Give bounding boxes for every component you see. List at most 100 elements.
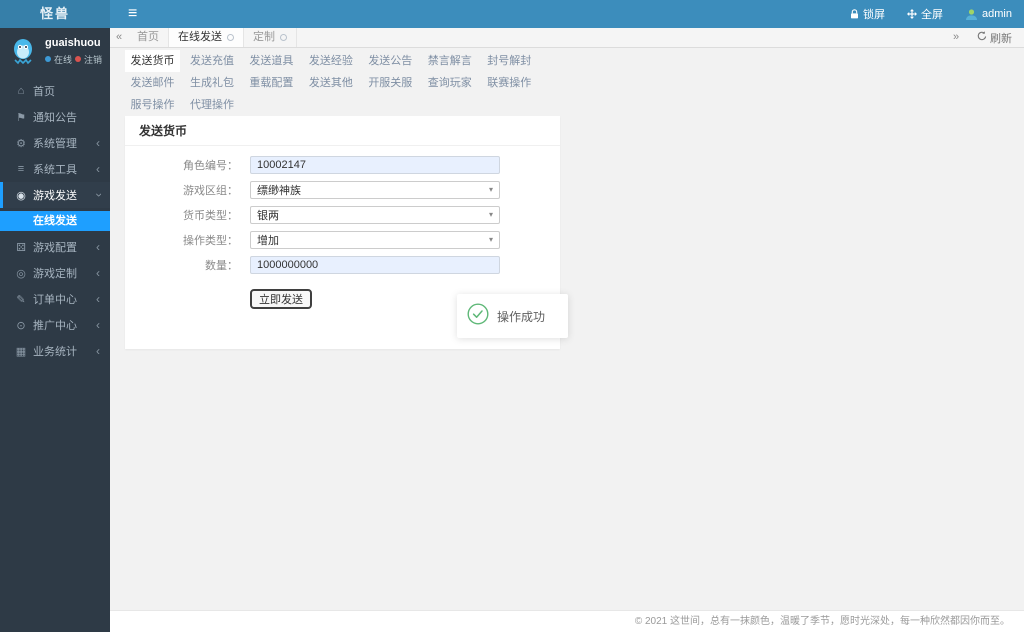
form-row: 游戏区组： 缥缈神族 ▾ — [125, 181, 560, 199]
lock-screen-button[interactable]: 锁屏 — [850, 6, 885, 22]
form-row: 货币类型： 银两 ▾ — [125, 206, 560, 224]
operation-type-label: 操作类型： — [183, 235, 238, 247]
headset-icon: ◎ — [16, 267, 26, 280]
logout-dot — [75, 56, 81, 62]
sidebar-item-home[interactable]: ⌂ 首页 — [0, 78, 110, 104]
operation-type-value: 增加 — [257, 235, 279, 247]
dropdown-caret-icon: ▾ — [488, 235, 493, 244]
send-tab-query-player[interactable]: 查询玩家 — [422, 72, 477, 94]
sidebar-item-business-stats[interactable]: ▦ 业务统计 ‹ — [0, 338, 110, 364]
logout-link[interactable]: 注销 — [84, 53, 102, 66]
send-currency-form: 角色编号： 游戏区组： 缥缈神族 ▾ 货币类型： 银两 ▾ — [125, 146, 560, 309]
success-toast: 操作成功 — [457, 294, 568, 338]
admin-avatar — [965, 8, 978, 21]
send-tab-other[interactable]: 发送其他 — [303, 72, 358, 94]
chevron-left-icon: ‹ — [96, 318, 100, 332]
top-bar-main: ≡ 锁屏 全屏 admin — [110, 0, 1024, 28]
online-link[interactable]: 在线 — [54, 53, 72, 66]
user-menu[interactable]: admin — [965, 8, 1012, 21]
tabs-scroll-right-button[interactable]: » — [947, 28, 965, 47]
tab-home[interactable]: 首页 — [128, 28, 169, 47]
send-tab-ban-unban[interactable]: 封号解封 — [482, 50, 537, 72]
user-info: guaishuou 在线 注销 — [45, 37, 102, 66]
dice-icon: ⚄ — [16, 241, 26, 254]
role-id-field[interactable] — [250, 156, 500, 174]
send-tab-mail[interactable]: 发送邮件 — [125, 72, 180, 94]
send-tab-agent-ops[interactable]: 代理操作 — [184, 94, 239, 116]
sidebar-item-promotion-center[interactable]: ⊙ 推广中心 ‹ — [0, 312, 110, 338]
send-tab-league-ops[interactable]: 联赛操作 — [482, 72, 537, 94]
operation-type-select[interactable]: 增加 ▾ — [250, 231, 500, 249]
form-row: 数量： — [125, 256, 560, 274]
send-tab-recharge[interactable]: 发送充值 — [184, 50, 239, 72]
sidebar-item-announcements[interactable]: ⚑ 通知公告 — [0, 104, 110, 130]
send-tab-currency[interactable]: 发送货币 — [125, 50, 180, 72]
send-tab-notice[interactable]: 发送公告 — [363, 50, 418, 72]
sidebar-menu: ⌂ 首页 ⚑ 通知公告 ⚙ 系统管理 ‹ ≡ 系统工具 ‹ ◉ 游戏发送 ‹ 在… — [0, 78, 110, 364]
game-zone-select[interactable]: 缥缈神族 ▾ — [250, 181, 500, 199]
home-icon: ⌂ — [17, 85, 25, 97]
refresh-icon — [977, 31, 987, 44]
refresh-button[interactable]: 刷新 — [965, 30, 1024, 46]
chevron-left-icon: ‹ — [96, 344, 100, 358]
dropdown-caret-icon: ▾ — [488, 185, 493, 194]
sidebar-item-game-send[interactable]: ◉ 游戏发送 ‹ — [0, 182, 110, 208]
bullhorn-icon: ⚑ — [16, 111, 26, 124]
send-tab-server-switch[interactable]: 开服关服 — [363, 72, 418, 94]
sidebar-item-system-management[interactable]: ⚙ 系统管理 ‹ — [0, 130, 110, 156]
chart-icon: ▦ — [15, 345, 27, 358]
form-row: 角色编号： — [125, 156, 560, 174]
currency-type-select[interactable]: 银两 ▾ — [250, 206, 500, 224]
send-tabs-row: 发送邮件 生成礼包 重载配置 发送其他 开服关服 查询玩家 联赛操作 — [125, 72, 1024, 94]
app-logo: 怪兽 — [0, 0, 110, 28]
sidebar-user-panel: guaishuou 在线 注销 — [0, 28, 110, 70]
send-tab-reload-config[interactable]: 重载配置 — [244, 72, 299, 94]
sidebar-item-game-config[interactable]: ⚄ 游戏配置 ‹ — [0, 234, 110, 260]
send-tabs-row: 发送货币 发送充值 发送道具 发送经验 发送公告 禁言解言 封号解封 — [125, 50, 1024, 72]
sidebar: guaishuou 在线 注销 ⌂ 首页 ⚑ 通知公告 ⚙ 系统管理 ‹ ≡ 系… — [0, 28, 110, 632]
chevron-left-icon: ‹ — [96, 162, 100, 176]
tab-custom-label: 定制 — [253, 31, 275, 43]
sidebar-subitem-online-send[interactable]: 在线发送 — [0, 211, 110, 231]
submit-button[interactable]: 立即发送 — [250, 289, 312, 309]
sidebar-item-order-center[interactable]: ✎ 订单中心 ‹ — [0, 286, 110, 312]
chevron-left-icon: ‹ — [96, 136, 100, 150]
amount-field[interactable] — [250, 256, 500, 274]
fullscreen-button[interactable]: 全屏 — [907, 6, 943, 22]
lock-screen-label: 锁屏 — [863, 9, 886, 21]
send-function-tabs: 发送货币 发送充值 发送道具 发送经验 发送公告 禁言解言 封号解封 发送邮件 … — [110, 48, 1024, 116]
user-avatar — [8, 36, 38, 66]
amount-label: 数量： — [205, 260, 238, 272]
top-bar: 怪兽 ≡ 锁屏 全屏 admin — [0, 0, 1024, 28]
sidebar-toggle-button[interactable]: ≡ — [122, 6, 143, 22]
tab-bar-right: » 刷新 — [947, 28, 1024, 47]
sidebar-item-game-custom[interactable]: ◎ 游戏定制 ‹ — [0, 260, 110, 286]
send-tab-server-ops[interactable]: 服号操作 — [125, 94, 180, 116]
chevron-left-icon: ‹ — [96, 266, 100, 280]
tab-custom[interactable]: 定制 — [244, 28, 297, 47]
page-tab-bar: « 首页 在线发送 定制 » 刷新 — [110, 28, 1024, 48]
send-tab-mute-unmute[interactable]: 禁言解言 — [422, 50, 477, 72]
online-dot — [45, 56, 51, 62]
send-tab-exp[interactable]: 发送经验 — [303, 50, 358, 72]
chevron-left-icon: ‹ — [96, 240, 100, 254]
toast-message: 操作成功 — [497, 309, 546, 324]
admin-app: 怪兽 ≡ 锁屏 全屏 admin guaishuou 在线 注销 ⌂ 首页 ⚑ … — [0, 0, 1024, 632]
eye-icon: ⊙ — [16, 319, 26, 332]
send-tab-item[interactable]: 发送道具 — [244, 50, 299, 72]
tabs-scroll-left-button[interactable]: « — [110, 28, 128, 47]
form-row: 操作类型： 增加 ▾ — [125, 231, 560, 249]
gear-icon: ⚙ — [16, 137, 26, 150]
tab-close-icon[interactable] — [227, 34, 234, 41]
sidebar-item-system-tools[interactable]: ≡ 系统工具 ‹ — [0, 156, 110, 182]
fullscreen-icon — [907, 9, 918, 19]
lock-icon — [850, 9, 859, 19]
top-bar-right: 锁屏 全屏 admin — [828, 6, 1012, 22]
tab-close-icon[interactable] — [280, 34, 287, 41]
refresh-label: 刷新 — [990, 32, 1012, 45]
tab-online-send[interactable]: 在线发送 — [169, 28, 244, 47]
sidebar-username: guaishuou — [45, 36, 101, 49]
send-tab-giftpack[interactable]: 生成礼包 — [184, 72, 239, 94]
user-menu-label: admin — [982, 8, 1012, 20]
game-zone-value: 缥缈神族 — [257, 185, 301, 197]
